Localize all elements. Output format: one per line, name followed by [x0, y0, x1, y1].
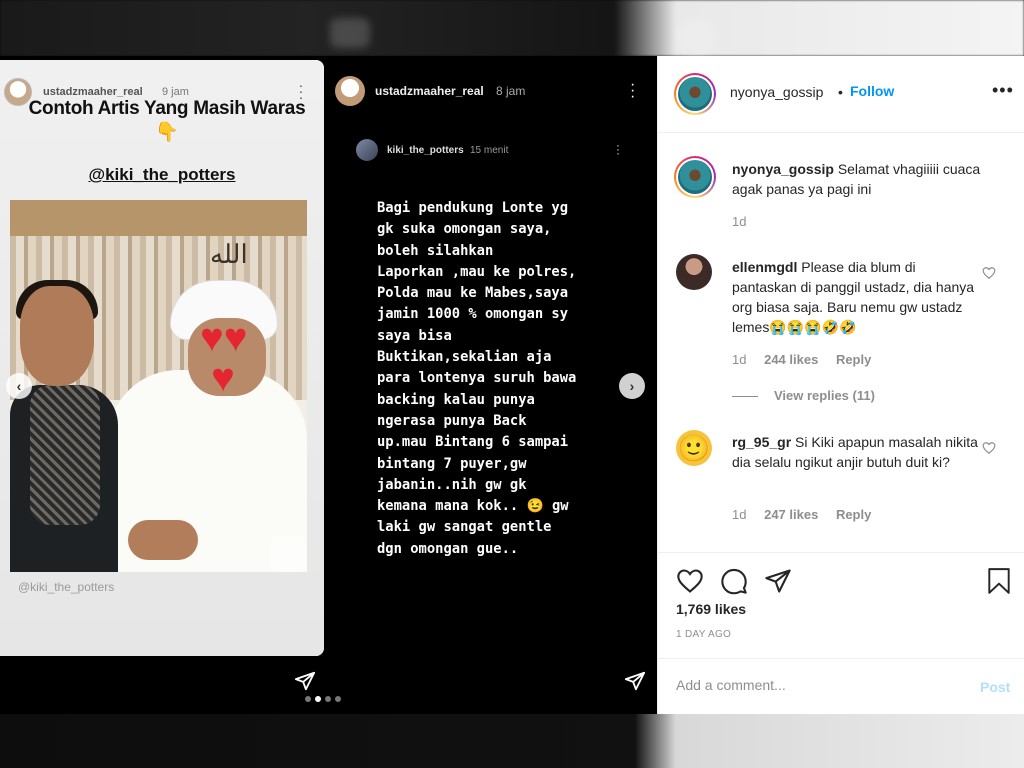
story-time: 8 jam [496, 84, 526, 98]
story-username: ustadzmaaher_real [375, 84, 484, 98]
bookmark-icon[interactable] [986, 567, 1012, 595]
blurred-background-detail [676, 18, 716, 58]
story-screenshot-left: ustadzmaaher_real 9 jam · · · Contoh Artis… [0, 60, 324, 656]
comment-likes[interactable]: 247 likes [764, 507, 818, 522]
avatar[interactable] [674, 156, 716, 198]
post-timestamp[interactable]: 1 DAY AGO [676, 629, 731, 640]
story-photo: الله ♥♥ ♥ [10, 200, 307, 572]
share-icon[interactable] [764, 567, 792, 595]
like-heart-icon[interactable] [676, 567, 704, 595]
comment-body: rg_95_gr Si Kiki apapun masalah nikita d… [732, 432, 982, 472]
more-options-icon: · · · [616, 138, 620, 160]
blurred-background-top [0, 0, 1024, 56]
photo-person-head [20, 286, 94, 386]
post-header: nyonya_gossip • Follow ••• [658, 56, 1024, 133]
post-actions: 1,769 likes 1 DAY AGO [658, 552, 1024, 658]
pager-dot [305, 696, 311, 702]
comment-icon[interactable] [720, 567, 748, 595]
comment-username[interactable]: ellenmgdl [732, 259, 797, 275]
comment-likes[interactable]: 244 likes [764, 352, 818, 367]
post-media: ustadzmaaher_real 9 jam · · · Contoh Artis… [0, 56, 657, 714]
heart-sticker-icon: ♥♥ ♥ [200, 316, 248, 400]
photo-frame-top [10, 200, 307, 236]
chevron-right-icon[interactable]: › [619, 373, 645, 399]
comment-meta: 1d 244 likes Reply [732, 352, 871, 367]
story-username: ustadzmaaher_real [43, 86, 143, 98]
pointing-down-icon: 👇 [155, 122, 179, 143]
comments-list: nyonya_gossip Selamat vhagiiiii cuaca ag… [658, 134, 1024, 552]
post-comment-button[interactable]: Post [980, 679, 1010, 695]
comment-body: ellenmgdl Please dia blum di pantaskan d… [732, 257, 982, 337]
caption-text: nyonya_gossip Selamat vhagiiiii cuaca ag… [732, 159, 982, 199]
reply-button[interactable]: Reply [836, 352, 871, 367]
story-message-text: Bagi pendukung Lonte yg gk suka omongan … [377, 200, 577, 557]
photo-calligraphy: الله [210, 240, 248, 270]
avatar [335, 76, 365, 106]
story-title: Contoh Artis Yang Masih Waras [28, 98, 306, 119]
blurred-background-bottom [0, 714, 1024, 768]
like-count[interactable]: 1,769 likes [676, 601, 746, 617]
story-mention: @kiki_the_potters [88, 165, 236, 184]
instagram-post-modal: ustadzmaaher_real 9 jam · · · Contoh Artis… [0, 0, 1024, 768]
like-heart-icon[interactable] [982, 266, 996, 280]
more-options-icon[interactable]: ••• [992, 80, 1014, 101]
view-replies-line [732, 396, 758, 398]
comment-time: 1d [732, 352, 747, 367]
photo-person-scarf [30, 385, 100, 525]
post-author-username[interactable]: nyonya_gossip [730, 84, 823, 100]
avatar[interactable]: 🙂 [676, 430, 712, 466]
comment-username[interactable]: nyonya_gossip [732, 161, 834, 177]
view-replies-button[interactable]: View replies (11) [732, 388, 875, 403]
comment-time: 1d [732, 507, 747, 522]
add-comment-bar: Post [658, 658, 1024, 714]
avatar [356, 139, 378, 161]
pager-dot [335, 696, 341, 702]
add-comment-input[interactable] [676, 677, 956, 693]
avatar-image [678, 77, 712, 111]
photo-handshake [128, 520, 198, 560]
blurred-background-detail [330, 18, 370, 48]
avatar-image [678, 160, 712, 194]
more-options-icon: · · · [630, 76, 636, 105]
comment-time: 1d [732, 214, 747, 229]
pager-dot-active [315, 696, 321, 702]
comment-meta: 1d [732, 214, 746, 229]
avatar[interactable] [676, 254, 712, 290]
chevron-left-icon[interactable]: ‹ [6, 373, 32, 399]
story-screenshot-right: ustadzmaaher_real 8 jam · · · kiki_the_pot… [324, 56, 657, 714]
comment-meta: 1d 247 likes Reply [732, 507, 871, 522]
like-heart-icon[interactable] [982, 441, 996, 455]
view-replies-label: View replies (11) [774, 388, 875, 403]
avatar[interactable] [674, 73, 716, 115]
send-icon [624, 671, 646, 691]
carousel-pager [305, 696, 341, 702]
post-sidebar: nyonya_gossip • Follow ••• nyonya_gossip… [657, 56, 1024, 714]
separator-dot: • [838, 84, 843, 100]
follow-button[interactable]: Follow [850, 83, 894, 99]
story-reply-time: 15 menit [470, 145, 509, 156]
send-icon [294, 671, 316, 691]
story-reply-username: kiki_the_potters [387, 145, 464, 156]
comment-username[interactable]: rg_95_gr [732, 434, 791, 450]
story-time: 9 jam [162, 86, 189, 98]
pager-dot [325, 696, 331, 702]
reply-button[interactable]: Reply [836, 507, 871, 522]
photo-credit: @kiki_the_potters [18, 580, 115, 594]
camera-icon [270, 536, 306, 572]
